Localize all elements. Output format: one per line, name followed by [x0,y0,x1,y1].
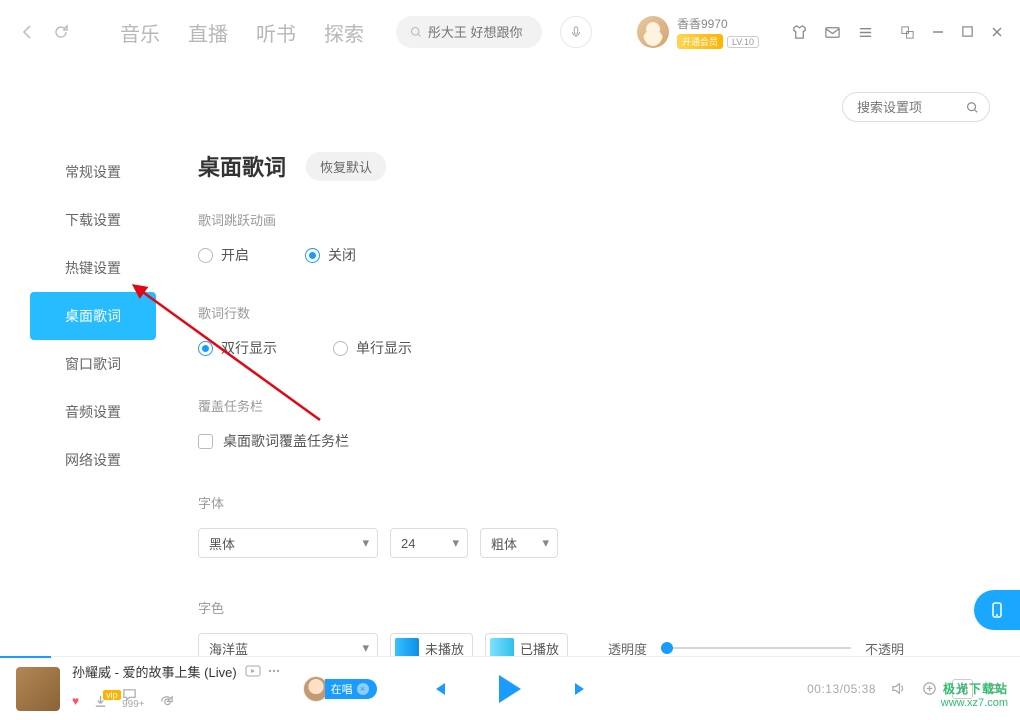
settings-sidebar: 常规设置 下载设置 热键设置 桌面歌词 窗口歌词 音频设置 网络设置 [0,122,156,714]
more-icon[interactable] [267,665,281,677]
playlist-button[interactable] [987,680,1004,697]
mini-mode-icon[interactable] [900,25,915,40]
color-label: 字色 [198,598,1020,617]
mail-icon[interactable] [824,24,841,41]
sidebar-item-network[interactable]: 网络设置 [30,436,156,484]
global-search[interactable] [396,16,542,48]
font-label: 字体 [198,493,1020,512]
font-family-select[interactable]: 黑体▾ [198,528,378,558]
anim-on-radio[interactable]: 开启 [198,245,249,265]
nav-tab-live[interactable]: 直播 [188,18,228,47]
back-button[interactable] [16,21,38,43]
album-cover[interactable] [16,667,60,711]
maximize-icon[interactable] [961,25,974,40]
section-title: 桌面歌词 [198,150,286,182]
menu-icon[interactable] [857,24,874,41]
settings-search-input[interactable] [857,100,960,115]
opacity-slider[interactable] [661,647,851,649]
search-input[interactable] [428,25,528,40]
opacity-label: 透明度 [608,639,647,658]
mobile-transfer-button[interactable] [974,590,1020,630]
chevron-down-icon: ▾ [362,640,369,656]
share-button[interactable] [159,694,174,709]
volume-button[interactable] [890,680,907,697]
lines-label: 歌词行数 [198,303,1020,322]
lines-double-radio[interactable]: 双行显示 [198,338,277,358]
chevron-down-icon: ▾ [362,535,369,551]
reset-defaults-button[interactable]: 恢复默认 [306,152,386,181]
phone-icon [988,601,1006,619]
nav-tab-audiobook[interactable]: 听书 [256,18,296,47]
effects-button[interactable] [921,680,938,697]
level-badge: LV.10 [727,36,759,48]
sidebar-item-hotkey[interactable]: 热键设置 [30,244,156,292]
close-icon[interactable]: × [357,683,369,695]
taskbar-checkbox[interactable] [198,434,213,449]
chevron-down-icon: ▾ [452,535,459,551]
avatar [637,16,669,48]
taskbar-label: 覆盖任务栏 [198,396,1020,415]
singing-badge[interactable]: 在唱× [303,676,377,702]
track-title[interactable]: 孙耀威 - 爱的故事上集 (Live) [72,662,237,681]
anim-label: 歌词跳跃动画 [198,210,1020,229]
time-display: 00:13/05:38 [807,682,876,696]
sidebar-item-download[interactable]: 下载设置 [30,196,156,244]
lines-single-radio[interactable]: 单行显示 [333,338,412,358]
user-name: 香香9970 [677,15,759,32]
voice-search-button[interactable] [560,16,592,48]
taskbar-checkbox-label: 桌面歌词覆盖任务栏 [223,431,349,451]
nav-tab-explore[interactable]: 探索 [324,18,364,47]
mv-icon[interactable] [245,665,261,677]
font-size-select[interactable]: 24▾ [390,528,468,558]
play-button[interactable] [499,675,521,703]
font-weight-select[interactable]: 粗体▾ [480,528,558,558]
nav-tab-music[interactable]: 音乐 [120,18,160,47]
prev-button[interactable] [429,679,449,699]
chevron-down-icon: ▾ [542,535,549,551]
next-button[interactable] [571,679,591,699]
minimize-icon[interactable] [931,25,945,40]
search-icon [966,100,979,115]
search-icon [410,25,422,39]
refresh-button[interactable] [50,21,72,43]
sidebar-item-audio[interactable]: 音频设置 [30,388,156,436]
vip-badge[interactable]: 开通会员 [677,34,723,49]
anim-off-radio[interactable]: 关闭 [305,245,356,265]
sidebar-item-desktop-lyrics[interactable]: 桌面歌词 [30,292,156,340]
progress-bar[interactable] [0,656,51,658]
close-icon[interactable] [990,25,1004,40]
skin-icon[interactable] [791,24,808,41]
sidebar-item-window-lyrics[interactable]: 窗口歌词 [30,340,156,388]
user-profile[interactable]: 香香9970 开通会员 LV.10 [637,15,759,49]
opacity-right-label: 不透明 [865,639,904,658]
lyrics-button[interactable]: 词 [952,679,973,699]
download-button[interactable]: vip [93,694,108,709]
comment-button[interactable]: 999+ [122,687,145,716]
sidebar-item-general[interactable]: 常规设置 [30,148,156,196]
like-button[interactable]: ♥ [72,694,79,708]
